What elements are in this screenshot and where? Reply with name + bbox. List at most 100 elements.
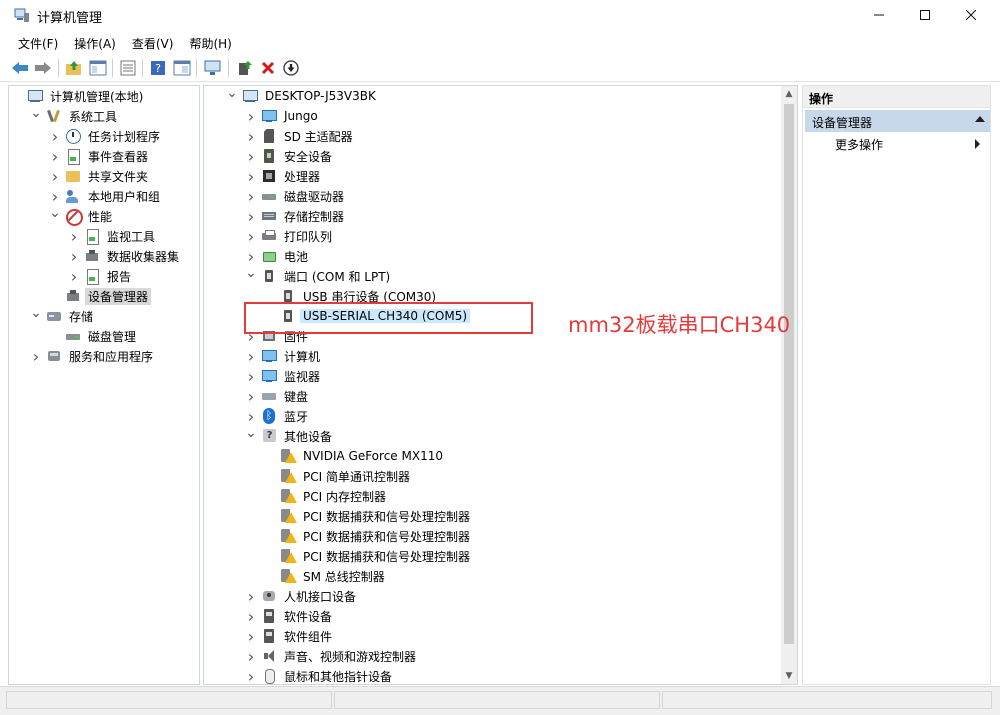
scan-hardware-button[interactable] (203, 58, 223, 78)
up-level-button[interactable] (64, 58, 84, 78)
expand-chevron-icon[interactable]: › (30, 346, 42, 366)
collapse-chevron-icon[interactable]: ⌄ (245, 265, 257, 286)
export-list-button[interactable] (118, 58, 138, 78)
toolbar: ? (0, 54, 1000, 82)
collapse-chevron-icon[interactable]: ⌄ (245, 425, 257, 446)
device-item-pci-simple-comm-controller[interactable]: PCI 简单通讯控制器 (264, 466, 413, 486)
device-item-sd-host-adapters[interactable]: › SD 主适配器 (245, 126, 356, 146)
device-item-print-queues[interactable]: › 打印队列 (245, 226, 335, 246)
uninstall-device-button[interactable] (258, 58, 278, 78)
expand-chevron-icon[interactable]: › (245, 166, 257, 186)
tree-item-disk-management[interactable]: 磁盘管理 (49, 326, 139, 346)
more-actions-label[interactable]: 更多操作 (835, 136, 883, 153)
scrollbar-thumb[interactable] (784, 104, 794, 644)
device-tree-scrollbar[interactable]: ▲ ▼ (781, 86, 797, 684)
disable-device-button[interactable] (281, 58, 301, 78)
back-button[interactable] (10, 58, 30, 78)
expand-chevron-icon[interactable]: › (245, 126, 257, 146)
device-item-computer[interactable]: › 计算机 (245, 346, 323, 366)
device-item-security-devices[interactable]: › 安全设备 (245, 146, 335, 166)
expand-chevron-icon[interactable]: › (245, 146, 257, 166)
show-hide-tree-button[interactable] (88, 58, 108, 78)
expand-chevron-icon[interactable]: › (49, 186, 61, 206)
menu-action[interactable]: 操作(A) (68, 31, 122, 53)
tree-item-computer-management-local[interactable]: 计算机管理(本地) (11, 86, 146, 106)
expand-chevron-icon[interactable]: › (245, 586, 257, 606)
expand-chevron-icon[interactable]: › (245, 606, 257, 626)
expand-chevron-icon[interactable]: › (68, 266, 80, 286)
device-item-bluetooth[interactable]: › 蓝牙 (245, 406, 311, 426)
tree-item-storage[interactable]: ⌄ 存储 (30, 305, 96, 326)
tree-item-event-viewer[interactable]: › 事件查看器 (49, 146, 151, 166)
tree-item-performance[interactable]: ⌄ 性能 (49, 205, 115, 226)
expand-chevron-icon[interactable]: › (245, 646, 257, 666)
device-item-pci-memory-controller[interactable]: PCI 内存控制器 (264, 486, 389, 506)
expand-chevron-icon[interactable]: › (245, 666, 257, 685)
expand-chevron-icon[interactable]: › (245, 626, 257, 646)
actions-section-device-manager[interactable]: 设备管理器 (805, 110, 990, 132)
device-item-keyboards[interactable]: › 键盘 (245, 386, 311, 406)
computer-icon (261, 348, 277, 364)
maximize-button[interactable] (902, 0, 948, 30)
menu-help[interactable]: 帮助(H) (183, 31, 237, 53)
device-item-other-devices[interactable]: ⌄ 其他设备 (245, 425, 335, 446)
collapse-chevron-icon[interactable]: ⌄ (30, 305, 42, 326)
expand-chevron-icon[interactable]: › (245, 106, 257, 126)
tree-item-monitoring-tools[interactable]: › 监视工具 (68, 226, 158, 246)
scroll-up-arrow-icon[interactable]: ▲ (781, 86, 797, 102)
tree-item-local-users-groups[interactable]: › 本地用户和组 (49, 186, 163, 206)
device-item-pci-data-acq-controller-1[interactable]: PCI 数据捕获和信号处理控制器 (264, 506, 473, 526)
device-item-jungo[interactable]: › Jungo (245, 106, 321, 126)
tree-item-services-applications[interactable]: › 服务和应用程序 (30, 346, 156, 366)
device-item-software-devices[interactable]: › 软件设备 (245, 606, 335, 626)
expand-chevron-icon[interactable]: › (245, 226, 257, 246)
help-button[interactable]: ? (148, 58, 168, 78)
update-driver-button[interactable] (234, 58, 254, 78)
expand-chevron-icon[interactable]: › (68, 226, 80, 246)
device-item-batteries[interactable]: › 电池 (245, 246, 311, 266)
device-item-processors[interactable]: › 处理器 (245, 166, 323, 186)
submenu-arrow-icon[interactable] (975, 139, 980, 149)
collapse-chevron-icon[interactable]: ⌄ (226, 86, 238, 106)
device-item-monitors[interactable]: › 监视器 (245, 366, 323, 386)
expand-chevron-icon[interactable]: › (245, 366, 257, 386)
tree-item-task-scheduler[interactable]: › 任务计划程序 (49, 126, 163, 146)
close-button[interactable] (948, 0, 994, 30)
device-item-nvidia-geforce-mx110[interactable]: NVIDIA GeForce MX110 (264, 446, 446, 466)
expand-chevron-icon[interactable]: › (245, 386, 257, 406)
device-item-device-root[interactable]: ⌄ DESKTOP-J53V3BK (226, 86, 379, 106)
menu-file[interactable]: 文件(F) (12, 31, 64, 53)
expand-chevron-icon[interactable]: › (49, 126, 61, 146)
menu-view[interactable]: 查看(V) (126, 31, 180, 53)
expand-chevron-icon[interactable]: › (245, 346, 257, 366)
device-item-pci-data-acq-controller-3[interactable]: PCI 数据捕获和信号处理控制器 (264, 546, 473, 566)
expand-chevron-icon[interactable]: › (49, 146, 61, 166)
expand-chevron-icon[interactable]: › (245, 186, 257, 206)
tree-item-shared-folders[interactable]: › 共享文件夹 (49, 166, 151, 186)
scroll-down-arrow-icon[interactable]: ▼ (781, 668, 797, 684)
expand-chevron-icon[interactable]: › (245, 406, 257, 426)
collapse-triangle-icon[interactable] (975, 116, 985, 122)
device-item-sound-video-game-controllers[interactable]: › 声音、视频和游戏控制器 (245, 646, 419, 666)
device-item-human-interface-devices[interactable]: › 人机接口设备 (245, 586, 359, 606)
device-item-ports-com-lpt[interactable]: ⌄ 端口 (COM 和 LPT) (245, 265, 393, 286)
expand-chevron-icon[interactable]: › (245, 206, 257, 226)
device-item-sm-bus-controller[interactable]: SM 总线控制器 (264, 566, 388, 586)
tree-item-data-collector-sets[interactable]: › 数据收集器集 (68, 246, 182, 266)
device-item-software-components[interactable]: › 软件组件 (245, 626, 335, 646)
device-item-storage-controllers[interactable]: › 存储控制器 (245, 206, 347, 226)
device-item-disk-drives[interactable]: › 磁盘驱动器 (245, 186, 347, 206)
tree-item-reports[interactable]: › 报告 (68, 266, 134, 286)
properties-button[interactable] (172, 58, 192, 78)
expand-chevron-icon[interactable]: › (245, 246, 257, 266)
collapse-chevron-icon[interactable]: ⌄ (30, 105, 42, 126)
collapse-chevron-icon[interactable]: ⌄ (49, 205, 61, 226)
minimize-button[interactable] (856, 0, 902, 30)
device-item-pci-data-acq-controller-2[interactable]: PCI 数据捕获和信号处理控制器 (264, 526, 473, 546)
forward-button[interactable] (33, 58, 53, 78)
device-item-mice-pointing-devices[interactable]: › 鼠标和其他指针设备 (245, 666, 395, 685)
tree-item-device-manager[interactable]: 设备管理器 (49, 286, 152, 306)
expand-chevron-icon[interactable]: › (68, 246, 80, 266)
expand-chevron-icon[interactable]: › (49, 166, 61, 186)
tree-item-system-tools[interactable]: ⌄ 系统工具 (30, 105, 120, 126)
